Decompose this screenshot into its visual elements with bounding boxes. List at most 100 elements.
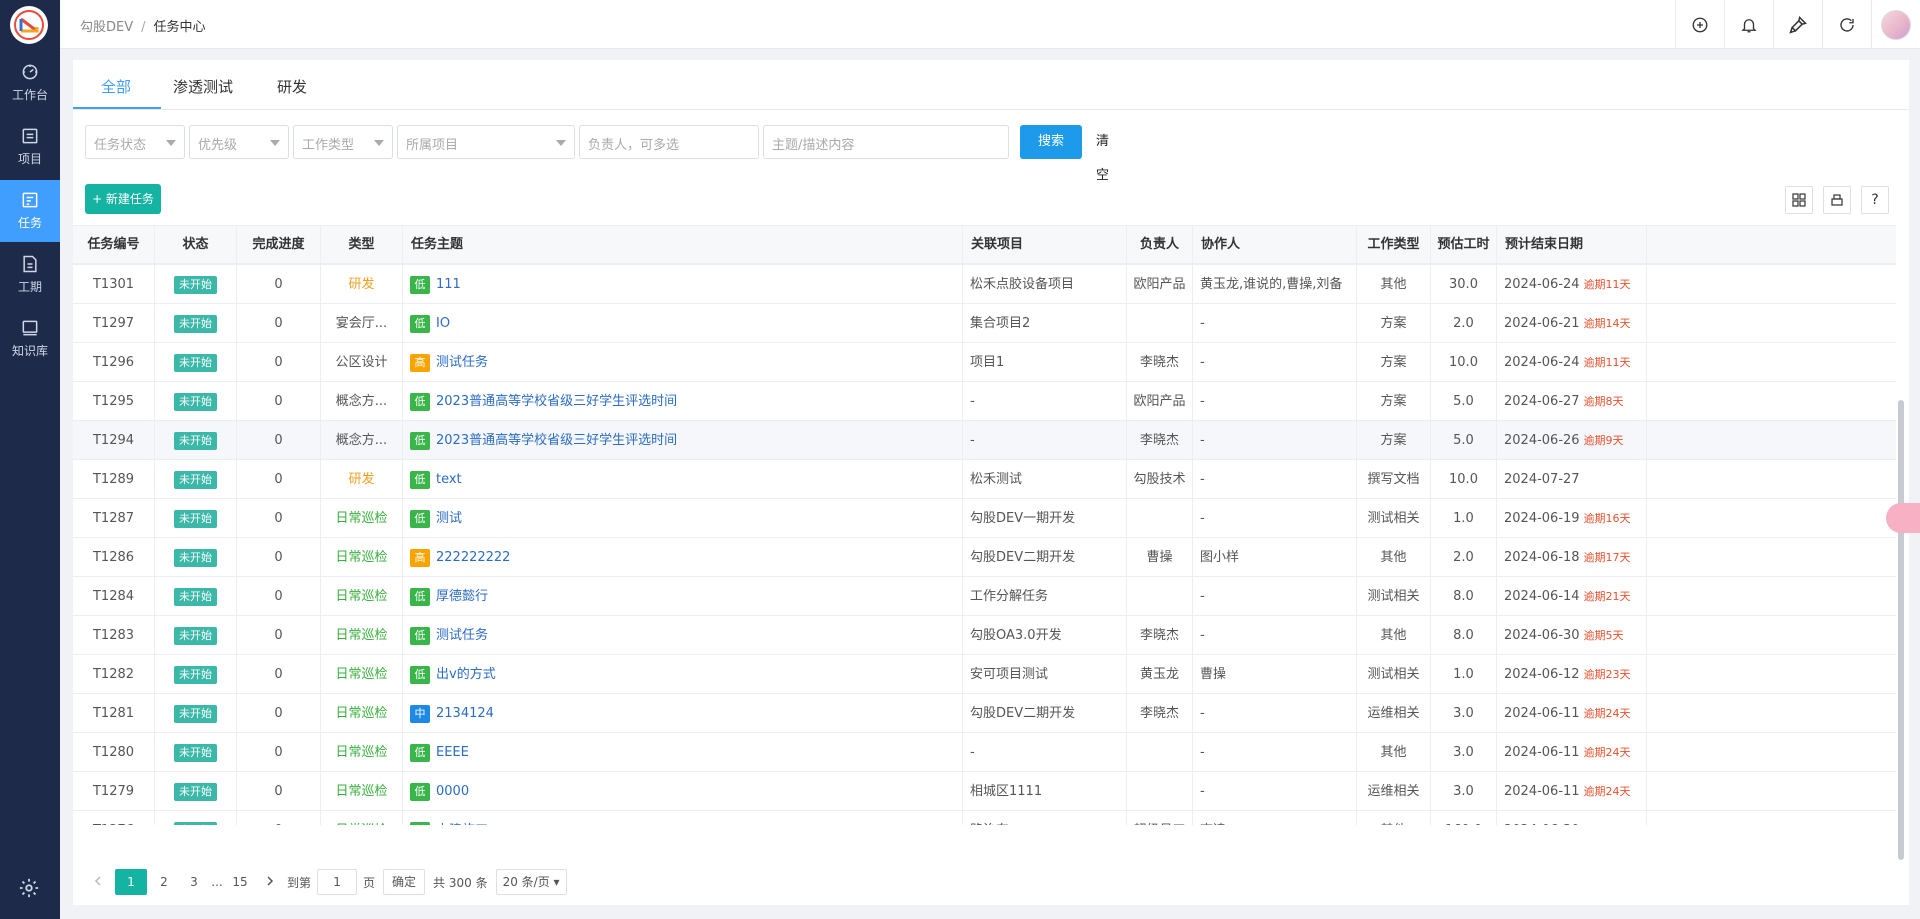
column-header-6[interactable]: 负责人 <box>1127 226 1193 264</box>
subject-cell: 中 2134124 <box>403 694 963 733</box>
table-row[interactable]: T1297 未开始 0 宴会厅... 低 IO 集合项目2- 方案 2.0 2024-06-21 逾… <box>73 304 1896 343</box>
task-subject-link[interactable]: 厚德懿行 <box>436 589 488 604</box>
column-header-7[interactable]: 协作人 <box>1193 226 1357 264</box>
progress-cell: 0 <box>237 811 321 825</box>
task-subject-link[interactable]: 2134124 <box>436 706 494 721</box>
page-size-select[interactable]: 20 条/页 ▾ <box>495 869 567 895</box>
app-logo[interactable] <box>10 6 48 44</box>
table-row[interactable]: T1286 未开始 0 日常巡检高 222222222 勾股DEV二期开发 曹操 图小样 其他 2… <box>73 538 1896 577</box>
collaborator-cell: 黄玉龙,谁说的,曹操,刘备 <box>1193 265 1357 304</box>
settings-gear-icon[interactable] <box>18 877 40 903</box>
column-settings-icon[interactable] <box>1785 186 1813 214</box>
help-icon[interactable]: ? <box>1861 186 1889 214</box>
breadcrumb-root[interactable]: 勾股DEV <box>80 20 133 35</box>
table-row[interactable]: T1296 未开始 0 公区设计高测试任务 项目1 李晓杰 - 方案 10.0 2024-06-2… <box>73 343 1896 382</box>
sidebar-item-4[interactable]: 知识库 <box>0 308 60 370</box>
task-subject-link[interactable]: 土建施工 <box>436 823 488 825</box>
task-subject-link[interactable]: 2023普通高等学校省级三好学生评选时间 <box>436 433 677 448</box>
task-subject-link[interactable]: EEEE <box>436 745 469 760</box>
task-subject-link[interactable]: 出v的方式 <box>436 667 496 682</box>
subject-cell: 低 text <box>403 460 963 499</box>
keyword-input[interactable]: 主题/描述内容 <box>763 125 1009 159</box>
task-subject-link[interactable]: 2023普通高等学校省级三好学生评选时间 <box>436 394 677 409</box>
task-subject-link[interactable]: 222222222 <box>436 550 510 565</box>
table-row[interactable]: T1294 未开始 0 概念方... 低 2023普通高等学校省级三好学生评选时间 - 李晓杰… <box>73 421 1896 460</box>
collaborator-cell: - <box>1193 694 1357 733</box>
task-subject-link[interactable]: 111 <box>436 277 461 292</box>
table-row[interactable]: T1276未开始0日常巡检低土建施工路治东超级员工李逵其他160.02024-0… <box>73 811 1896 825</box>
table-row[interactable]: T1295 未开始 0 概念方... 低 2023普通高等学校省级三好学生评选时间 - 欧阳产… <box>73 382 1896 421</box>
print-icon[interactable] <box>1823 186 1851 214</box>
tab-penetration-test[interactable]: 渗透测试 <box>173 76 233 97</box>
table-row[interactable]: T1283 未开始 0 日常巡检低测试任务 勾股OA3.0开发 李晓杰 - 其他 8.0 2024… <box>73 616 1896 655</box>
tab-bar: 全部 渗透测试 研发 <box>73 60 1909 110</box>
sidebar-item-3[interactable]: 工期 <box>0 244 60 306</box>
search-button[interactable]: 搜索 <box>1020 125 1082 159</box>
collaborator-cell: 李逵 <box>1193 811 1357 825</box>
progress-cell: 0 <box>237 304 321 343</box>
column-header-4[interactable]: 任务主题 <box>403 226 963 264</box>
goto-label: 到第 <box>287 875 312 890</box>
work-type-select[interactable]: 工作类型 <box>293 125 393 159</box>
page-2[interactable]: 2 <box>151 869 177 895</box>
new-task-button[interactable]: + 新建任务 <box>85 184 161 214</box>
end-date-cell: 2024-06-24 逾期11天 <box>1497 343 1647 382</box>
sidebar-item-2[interactable]: 任务 <box>0 180 60 242</box>
sidebar-item-label: 知识库 <box>11 344 48 358</box>
page-1[interactable]: 1 <box>115 869 147 895</box>
owner-cell: 超级员工 <box>1127 811 1193 825</box>
breadcrumb-current: 任务中心 <box>153 20 206 35</box>
task-subject-link[interactable]: 0000 <box>436 784 469 799</box>
table-row[interactable]: T1279 未开始 0 日常巡检低 0000 相城区1111- 运维相关 3.0 2024-06… <box>73 772 1896 811</box>
refresh-icon[interactable] <box>1822 0 1871 49</box>
goto-page-input[interactable]: 1 <box>317 869 358 895</box>
column-header-0[interactable]: 任务编号 <box>73 226 155 264</box>
page-3[interactable]: 3 <box>181 869 207 895</box>
assignee-input[interactable]: 负责人，可多选 <box>579 125 759 159</box>
column-header-9[interactable]: 预估工时 <box>1431 226 1497 264</box>
goto-confirm-button[interactable]: 确定 <box>383 869 426 895</box>
status-select[interactable]: 任务状态 <box>85 125 185 159</box>
task-subject-link[interactable]: text <box>436 472 462 487</box>
page-15[interactable]: 15 <box>227 869 253 895</box>
table-scrollbar[interactable] <box>1898 400 1904 860</box>
table-row[interactable]: T1284 未开始 0 日常巡检低厚德懿行 工作分解任务 - 测试相关 8.0 2024-06-… <box>73 577 1896 616</box>
column-header-8[interactable]: 工作类型 <box>1357 226 1431 264</box>
table-row[interactable]: T1281 未开始 0 日常巡检中 2134124 勾股DEV二期开发 李晓杰 - 运维相关 3.… <box>73 694 1896 733</box>
table-row[interactable]: T1280 未开始 0 日常巡检低 EEEE - - 其他 3.0 2024-06-11 逾期24天 <box>73 733 1896 772</box>
end-date: 2024-06-11 <box>1504 784 1580 799</box>
tab-all[interactable]: 全部 <box>101 76 131 97</box>
assignee-input-placeholder: 负责人，可多选 <box>588 138 680 153</box>
prev-page-icon[interactable] <box>85 869 111 895</box>
task-subject-link[interactable]: 测试 <box>436 511 462 526</box>
task-subject-link[interactable]: 测试任务 <box>436 355 488 370</box>
clean-brush-icon[interactable] <box>1773 0 1822 49</box>
status-select-label: 任务状态 <box>94 138 147 153</box>
add-circle-icon[interactable] <box>1675 0 1724 49</box>
next-page-icon[interactable] <box>257 869 283 895</box>
user-avatar-button[interactable] <box>1871 0 1920 49</box>
tab-rnd[interactable]: 研发 <box>277 76 307 97</box>
clear-button[interactable]: 清空 <box>1096 125 1109 183</box>
task-subject-link[interactable]: IO <box>436 316 450 331</box>
priority-select[interactable]: 优先级 <box>189 125 289 159</box>
task-subject-link[interactable]: 测试任务 <box>436 628 488 643</box>
page-ellipsis[interactable]: ... <box>211 869 223 895</box>
column-header-3[interactable]: 类型 <box>321 226 403 264</box>
project-select[interactable]: 所属项目 <box>397 125 575 159</box>
sidebar-item-0[interactable]: 工作台 <box>0 52 60 114</box>
table-row[interactable]: T1301 未开始 0 研发低 111 松禾点胶设备项目 欧阳产品 黄玉龙,谁说的,曹操,刘备… <box>73 265 1896 304</box>
column-header-5[interactable]: 关联项目 <box>963 226 1127 264</box>
sidebar-item-1[interactable]: 项目 <box>0 116 60 178</box>
column-header-1[interactable]: 状态 <box>155 226 237 264</box>
owner-cell <box>1127 304 1193 343</box>
translate-float-button[interactable] <box>1886 503 1920 533</box>
column-header-2[interactable]: 完成进度 <box>237 226 321 264</box>
table-row[interactable]: T1289 未开始 0 研发低 text 松禾测试 勾股技术 - 撰写文档 10.0 2024-07… <box>73 460 1896 499</box>
column-header-10[interactable]: 预计结束日期 <box>1497 226 1647 264</box>
bell-icon[interactable] <box>1724 0 1773 49</box>
table-row[interactable]: T1287 未开始 0 日常巡检低测试 勾股DEV一期开发 - 测试相关 1.0 2024-06… <box>73 499 1896 538</box>
table-row[interactable]: T1282 未开始 0 日常巡检低出v的方式 安可项目测试 黄玉龙 曹操 测试相关 1.0 202… <box>73 655 1896 694</box>
status-cell: 未开始 <box>155 343 237 382</box>
project-cell: 松禾测试 <box>963 460 1127 499</box>
